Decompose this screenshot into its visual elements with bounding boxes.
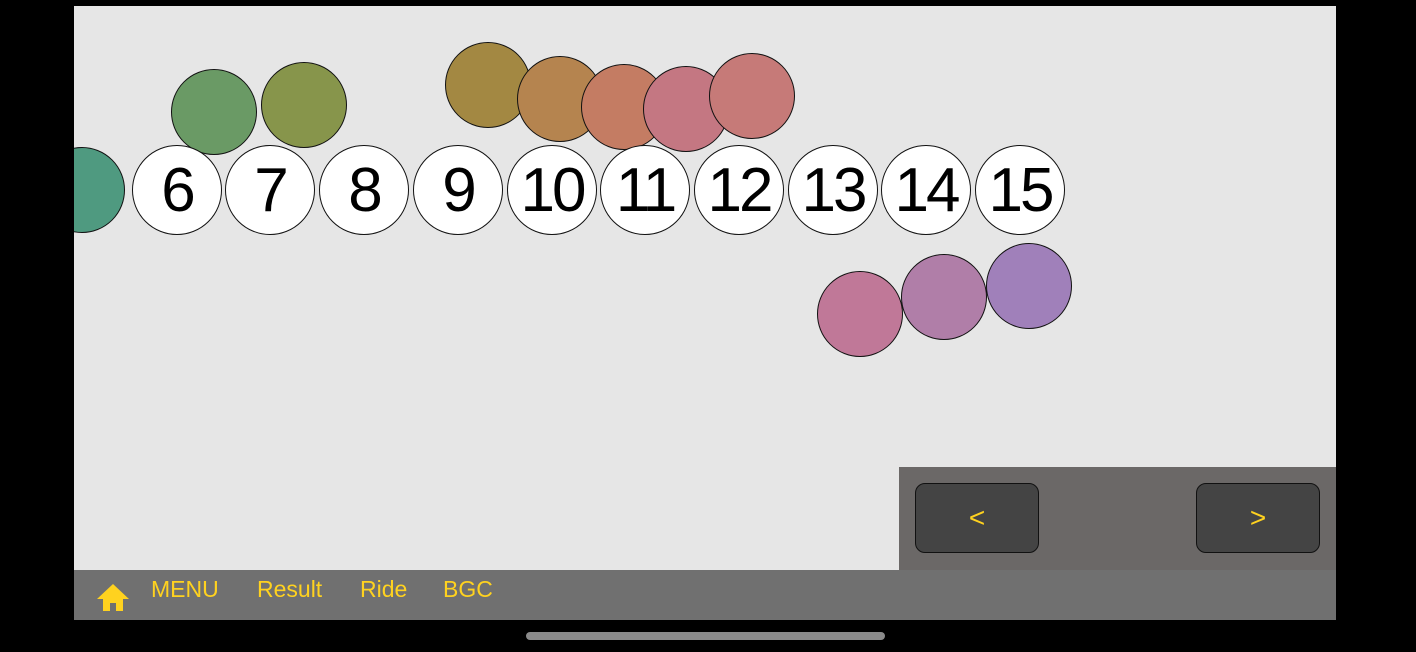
ball[interactable] [709,53,795,139]
number-circle[interactable]: 14 [881,145,971,235]
game-canvas[interactable]: 6 7 8 9 10 11 12 13 14 15 < > [74,6,1336,570]
home-icon[interactable] [96,582,130,612]
bgc-link[interactable]: BGC [443,576,493,603]
next-button[interactable]: > [1196,483,1320,553]
ball[interactable] [74,147,125,233]
ball[interactable] [817,271,903,357]
ball[interactable] [901,254,987,340]
number-circle[interactable]: 6 [132,145,222,235]
number-circle[interactable]: 13 [788,145,878,235]
number-circle[interactable]: 12 [694,145,784,235]
menu-link[interactable]: MENU [151,576,219,603]
ball[interactable] [986,243,1072,329]
ball[interactable] [261,62,347,148]
ball[interactable] [171,69,257,155]
number-circle[interactable]: 15 [975,145,1065,235]
number-circle[interactable]: 9 [413,145,503,235]
bottom-menu-bar: MENU Result Ride BGC [74,570,1336,620]
number-circle[interactable]: 7 [225,145,315,235]
result-link[interactable]: Result [257,576,322,603]
number-circle[interactable]: 11 [600,145,690,235]
ride-link[interactable]: Ride [360,576,407,603]
navigation-panel: < > [899,467,1336,570]
previous-button[interactable]: < [915,483,1039,553]
number-circle[interactable]: 8 [319,145,409,235]
home-indicator[interactable] [526,632,885,640]
number-circle[interactable]: 10 [507,145,597,235]
